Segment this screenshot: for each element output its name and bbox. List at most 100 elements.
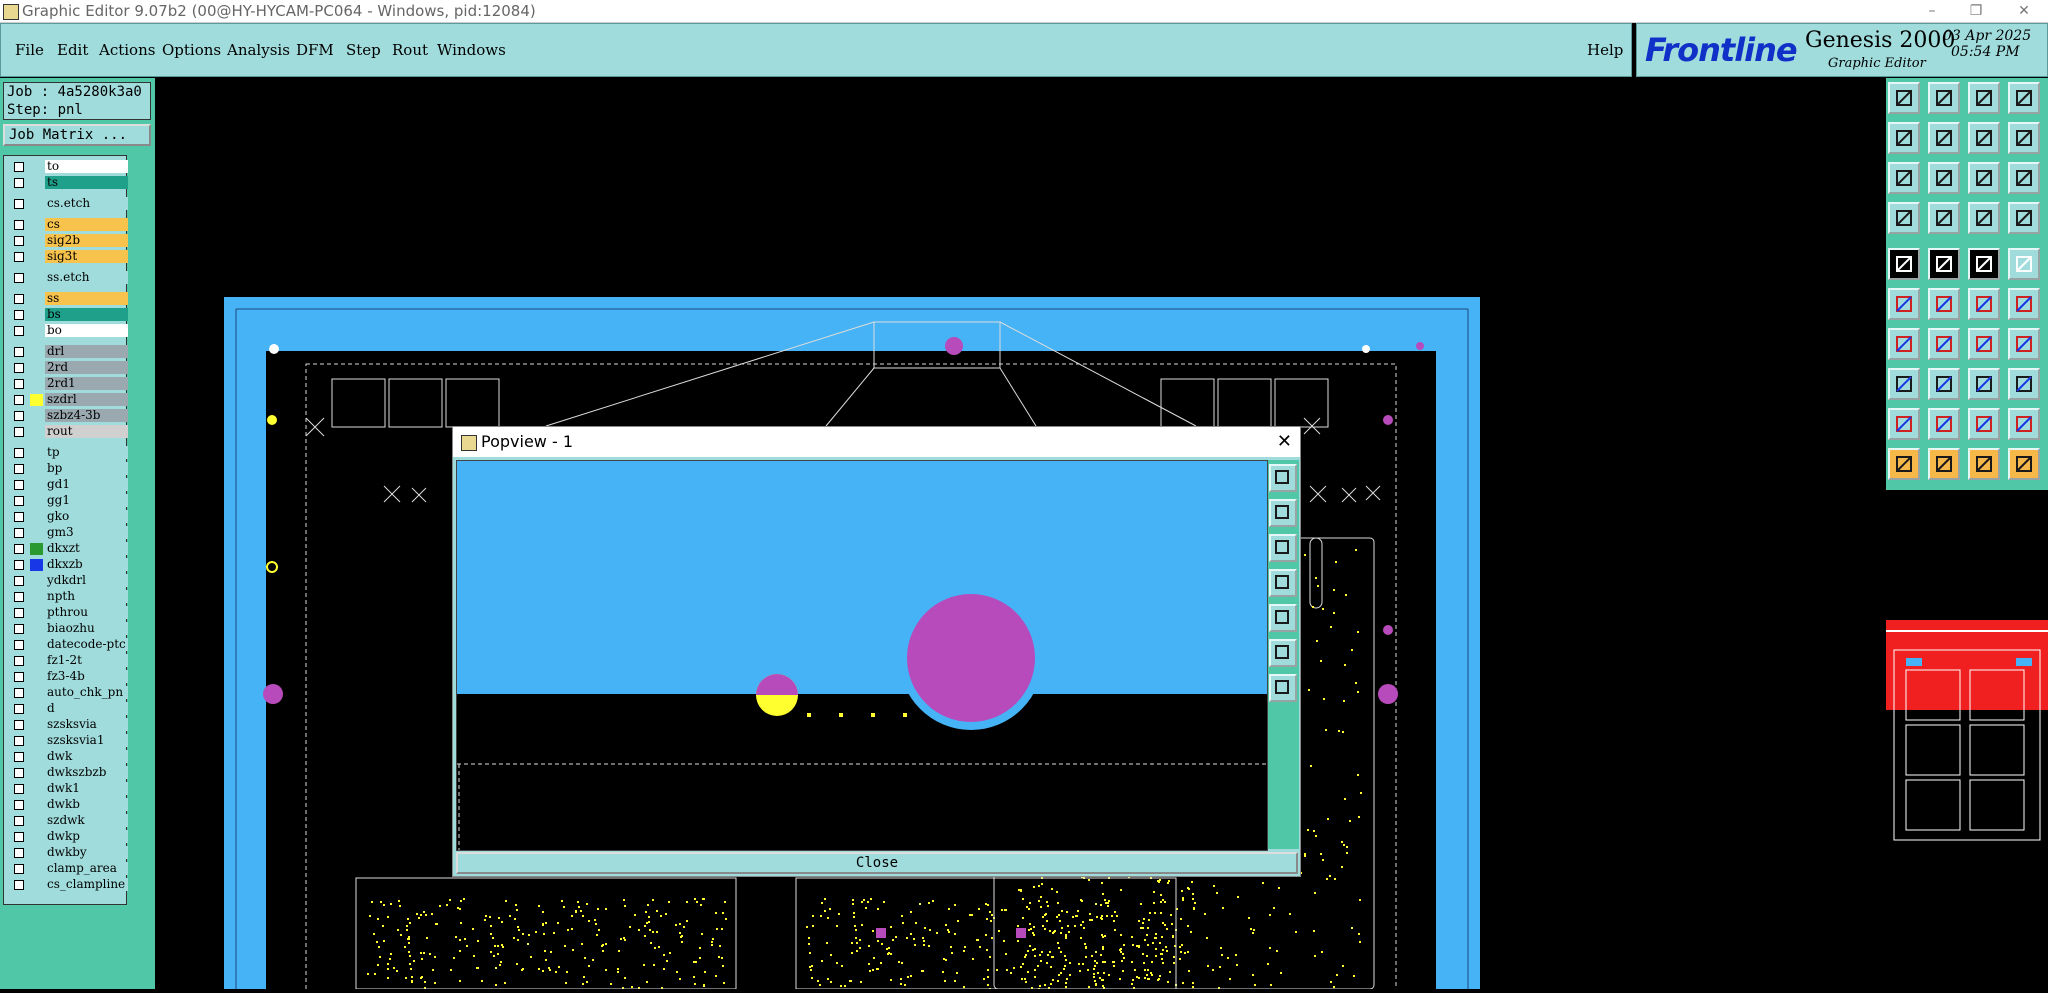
layer-color-swatch[interactable] [30, 426, 43, 438]
select-box-icon[interactable] [1888, 368, 1920, 400]
layer-color-swatch[interactable] [30, 703, 43, 715]
layer-color-swatch[interactable] [30, 575, 43, 587]
layer-color-swatch[interactable] [30, 751, 43, 763]
layer-row[interactable]: dwkb [8, 798, 130, 812]
layer-name[interactable]: dwkb [45, 798, 130, 811]
layer-name[interactable]: 2rd [45, 361, 130, 374]
select-arrow2-icon[interactable] [1928, 448, 1960, 480]
layer-checkbox[interactable] [14, 784, 24, 794]
layer-color-swatch[interactable] [30, 463, 43, 475]
pv-pan-icon[interactable] [1269, 674, 1297, 702]
layer-color-swatch[interactable] [30, 831, 43, 843]
layers-link-icon[interactable] [1968, 202, 2000, 234]
layer-name[interactable]: to [45, 160, 130, 173]
layer-checkbox[interactable] [14, 656, 24, 666]
layer-color-swatch[interactable] [30, 607, 43, 619]
layer-row[interactable]: biaozhu [8, 622, 130, 636]
connect-icon[interactable] [1968, 288, 2000, 320]
layer-checkbox[interactable] [14, 347, 24, 357]
layer-color-swatch[interactable] [30, 325, 43, 337]
popview-close-button[interactable]: Close [456, 852, 1298, 874]
layer-color-swatch[interactable] [30, 251, 43, 263]
menu-help[interactable]: Help [1587, 41, 1623, 59]
layer-checkbox[interactable] [14, 512, 24, 522]
layer-color-swatch[interactable] [30, 687, 43, 699]
layer-name[interactable]: auto_chk_pn [45, 686, 130, 699]
layer-row[interactable]: ydkdrl [8, 574, 130, 588]
layer-row[interactable]: szsksvia1 [8, 734, 130, 748]
layers-link2-icon[interactable] [2008, 202, 2040, 234]
layer-row[interactable]: tp [8, 446, 130, 460]
layer-name[interactable]: fz1-2t [45, 654, 130, 667]
layer-checkbox[interactable] [14, 480, 24, 490]
pan-icon[interactable] [1928, 162, 1960, 194]
layer-name[interactable]: d [45, 702, 130, 715]
layer-name[interactable]: ss.etch [45, 271, 130, 284]
menu-step[interactable]: Step [346, 41, 381, 59]
popview-close-icon[interactable]: ✕ [1277, 431, 1292, 452]
layer-row[interactable]: szdrl [8, 393, 130, 407]
layer-name[interactable]: pthrou [45, 606, 130, 619]
layer-row[interactable]: clamp_area [8, 862, 130, 876]
layer-color-swatch[interactable] [30, 623, 43, 635]
layer-name[interactable]: szbz4-3b [45, 409, 130, 422]
measure-pad-icon[interactable] [1888, 248, 1920, 280]
layer-color-swatch[interactable] [30, 293, 43, 305]
layer-name[interactable]: bo [45, 324, 130, 337]
layer-name[interactable]: szsksvia1 [45, 734, 130, 747]
layer-name[interactable]: dwk1 [45, 782, 130, 795]
layer-row[interactable]: drl [8, 345, 130, 359]
layer-color-swatch[interactable] [30, 783, 43, 795]
layer-checkbox[interactable] [14, 427, 24, 437]
menu-file[interactable]: File [15, 41, 44, 59]
layer-row[interactable]: dkxzt [8, 542, 130, 556]
layer-color-swatch[interactable] [30, 394, 43, 406]
layer-name[interactable]: dkxzt [45, 542, 130, 555]
layer-checkbox[interactable] [14, 608, 24, 618]
step-overview-map[interactable] [1886, 490, 2048, 989]
layer-color-swatch[interactable] [30, 219, 43, 231]
layer-row[interactable]: gko [8, 510, 130, 524]
layer-row[interactable]: pthrou [8, 606, 130, 620]
layer-name[interactable]: clamp_area [45, 862, 130, 875]
layer-name[interactable]: gko [45, 510, 130, 523]
rectangle-icon[interactable] [1968, 248, 2000, 280]
layer-name[interactable]: ydkdrl [45, 574, 130, 587]
layer-name[interactable]: dwkby [45, 846, 130, 859]
layer-checkbox[interactable] [14, 624, 24, 634]
layer-checkbox[interactable] [14, 528, 24, 538]
layer-color-swatch[interactable] [30, 815, 43, 827]
layer-row[interactable]: dkxzb [8, 558, 130, 572]
home-icon[interactable] [1968, 82, 2000, 114]
layer-name[interactable]: tp [45, 446, 130, 459]
layer-color-swatch[interactable] [30, 543, 43, 555]
grid-icon[interactable] [1928, 202, 1960, 234]
layer-name[interactable]: bp [45, 462, 130, 475]
layer-checkbox[interactable] [14, 560, 24, 570]
layer-color-swatch[interactable] [30, 767, 43, 779]
layer-row[interactable]: dwk [8, 750, 130, 764]
layer-color-swatch[interactable] [30, 309, 43, 321]
circle-icon[interactable] [2008, 248, 2040, 280]
layer-color-swatch[interactable] [30, 655, 43, 667]
layer-name[interactable]: datecode-ptc [45, 638, 130, 651]
layer-row[interactable]: gm3 [8, 526, 130, 540]
triangle-icon[interactable] [1888, 408, 1920, 440]
layer-checkbox[interactable] [14, 236, 24, 246]
layer-name[interactable]: gd1 [45, 478, 130, 491]
layer-name[interactable]: dwkp [45, 830, 130, 843]
restore-icon[interactable]: ❐ [1956, 0, 1996, 22]
layer-checkbox[interactable] [14, 832, 24, 842]
layer-row[interactable]: to [8, 160, 130, 174]
select-arrow4-icon[interactable] [2008, 448, 2040, 480]
pv-prev-icon[interactable] [1269, 569, 1297, 597]
layer-row[interactable]: dwkp [8, 830, 130, 844]
layer-checkbox[interactable] [14, 800, 24, 810]
layer-color-swatch[interactable] [30, 447, 43, 459]
zoom-fit-icon[interactable] [1968, 122, 2000, 154]
layer-name[interactable]: sig3t [45, 250, 130, 263]
layer-name[interactable]: rout [45, 425, 130, 438]
layer-name[interactable]: szsksvia [45, 718, 130, 731]
pv-open-icon[interactable] [1269, 499, 1297, 527]
layer-checkbox[interactable] [14, 592, 24, 602]
